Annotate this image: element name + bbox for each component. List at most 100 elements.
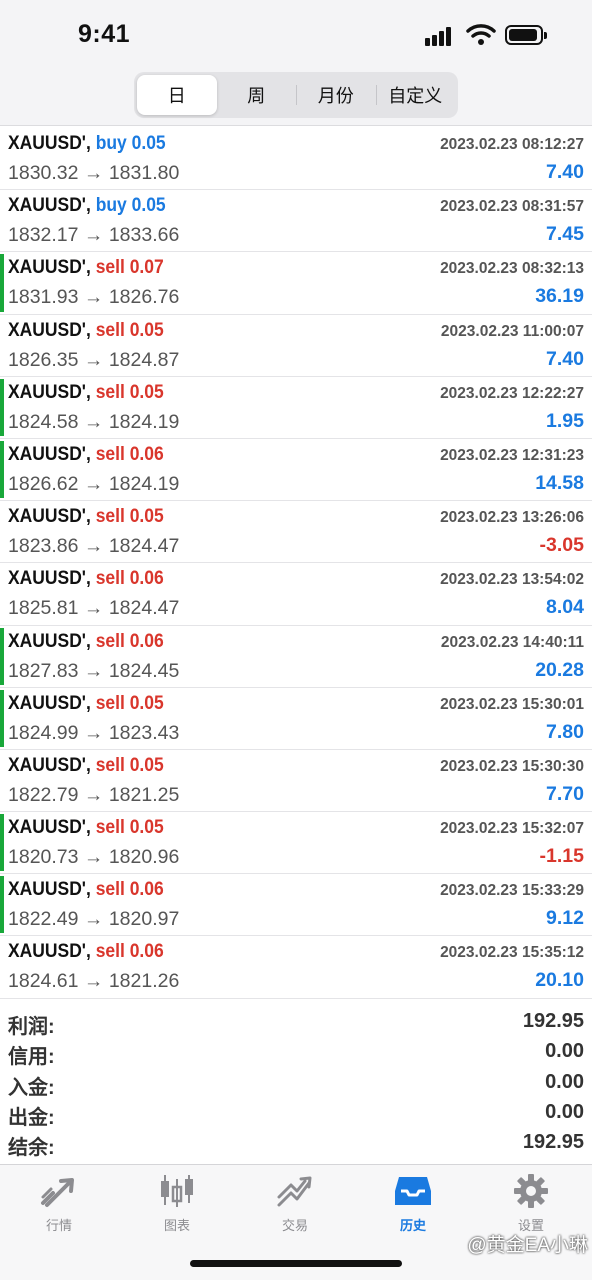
deal-prices: 1820.73 → 1820.96 (8, 846, 180, 869)
deal-time: 2023.02.23 08:32:13 (440, 260, 584, 278)
deal-symbol-line: XAUUSD', buy 0.05 (8, 195, 166, 217)
tab-quotes[interactable]: 行情 (0, 1173, 118, 1237)
deal-row[interactable]: XAUUSD', sell 0.07 2023.02.23 08:32:13 183… (0, 252, 592, 315)
tab-trade[interactable]: 交易 (236, 1173, 354, 1237)
summary-value: 0.00 (545, 1100, 584, 1123)
deal-symbol-line: XAUUSD', sell 0.06 (8, 941, 164, 963)
deal-row[interactable]: XAUUSD', sell 0.05 2023.02.23 15:30:01 182… (0, 688, 592, 750)
summary-label: 利润: (8, 1016, 55, 1038)
deal-symbol-line: XAUUSD', buy 0.05 (8, 133, 166, 155)
deal-symbol: XAUUSD', (8, 195, 91, 217)
deal-profit: 7.40 (546, 347, 584, 370)
deal-symbol: XAUUSD', (8, 319, 91, 341)
summary-row: 利润: 192.95 (0, 1008, 592, 1038)
segment-month[interactable]: 月份 (296, 75, 376, 115)
deal-symbol: XAUUSD', (8, 754, 91, 776)
deal-time: 2023.02.23 12:31:23 (440, 446, 584, 464)
deal-row[interactable]: XAUUSD', sell 0.05 2023.02.23 12:22:27 182… (0, 377, 592, 439)
segment-week[interactable]: 周 (217, 75, 297, 115)
tab-label: 交易 (281, 1218, 308, 1233)
summary-value: 0.00 (545, 1070, 584, 1093)
deal-time: 2023.02.23 15:32:07 (440, 820, 584, 838)
summary-row: 出金: 0.00 (0, 1099, 592, 1129)
deal-side: buy (95, 195, 127, 217)
deal-row[interactable]: XAUUSD', sell 0.06 2023.02.23 12:31:23 182… (0, 439, 592, 502)
deal-profit: 20.28 (535, 658, 584, 681)
tab-chart[interactable]: 图表 (118, 1173, 236, 1237)
home-indicator[interactable] (190, 1260, 402, 1267)
summary-label: 信用: (8, 1046, 55, 1069)
deal-row[interactable]: XAUUSD', sell 0.05 2023.02.23 15:30:30 182… (0, 750, 592, 813)
summary-label: 出金: (8, 1106, 55, 1129)
deal-side: sell (95, 506, 125, 528)
deal-prices: 1826.62 → 1824.19 (8, 472, 180, 495)
deal-profit: -3.05 (539, 534, 584, 557)
deal-symbol: XAUUSD', (8, 506, 91, 528)
deal-time: 2023.02.23 08:31:57 (440, 198, 584, 216)
deal-symbol: XAUUSD', (8, 817, 91, 839)
deal-symbol-line: XAUUSD', sell 0.05 (8, 506, 164, 528)
deal-lots: 0.05 (131, 195, 166, 217)
deal-prices: 1824.58 → 1824.19 (8, 410, 180, 433)
deal-prices: 1824.99 → 1823.43 (8, 721, 180, 744)
segment-custom[interactable]: 自定义 (375, 75, 456, 115)
deal-row[interactable]: XAUUSD', sell 0.05 2023.02.23 11:00:07 182… (0, 315, 592, 377)
deal-symbol-line: XAUUSD', sell 0.06 (8, 444, 164, 466)
deal-prices: 1832.17 → 1833.66 (8, 224, 180, 247)
tab-label: 图表 (163, 1218, 190, 1233)
period-segmented-control: 日 周 月份 自定义 (134, 72, 458, 118)
deal-row[interactable]: XAUUSD', sell 0.05 2023.02.23 15:32:07 182… (0, 812, 592, 875)
deal-symbol-line: XAUUSD', sell 0.05 (8, 693, 164, 715)
tab-history[interactable]: 历史 (354, 1173, 472, 1237)
deal-profit: 8.04 (546, 596, 584, 619)
summary-value: 0.00 (545, 1040, 584, 1063)
deal-row[interactable]: XAUUSD', buy 0.05 2023.02.23 08:12:27 1830… (0, 128, 592, 191)
summary-label: 结余: (8, 1137, 55, 1160)
summary-row: 入金: 0.00 (0, 1069, 592, 1099)
deal-profit: -1.15 (539, 845, 584, 868)
deal-lots: 0.05 (129, 381, 164, 403)
quotes-icon (41, 1178, 74, 1207)
deal-row[interactable]: XAUUSD', sell 0.06 2023.02.23 14:40:11 182… (0, 626, 592, 688)
summary-value: 192.95 (522, 1131, 584, 1154)
deal-lots: 0.05 (129, 319, 164, 341)
deal-profit: 7.45 (546, 223, 584, 246)
deal-side: sell (95, 381, 125, 403)
deal-prices: 1822.49 → 1820.97 (8, 908, 180, 931)
deal-time: 2023.02.23 14:40:11 (440, 633, 584, 651)
deal-side: sell (95, 879, 125, 901)
segment-day[interactable]: 日 (137, 75, 217, 115)
deal-symbol: XAUUSD', (8, 941, 91, 963)
deal-profit: 7.80 (546, 720, 584, 743)
summary-value: 192.95 (522, 1010, 584, 1032)
deal-profit: 9.12 (546, 907, 584, 930)
deal-lots: 0.06 (129, 941, 164, 963)
deal-time: 2023.02.23 15:30:01 (440, 695, 584, 713)
tab-settings[interactable]: 设置 (472, 1173, 590, 1237)
deal-symbol-line: XAUUSD', sell 0.05 (8, 382, 164, 404)
deal-symbol-line: XAUUSD', sell 0.05 (8, 320, 164, 342)
deal-profit: 20.10 (535, 969, 584, 992)
deal-row[interactable]: XAUUSD', sell 0.06 2023.02.23 15:33:29 182… (0, 874, 592, 937)
deal-side: sell (95, 319, 125, 341)
deal-profit: 1.95 (546, 409, 584, 432)
deal-prices: 1825.81 → 1824.47 (8, 597, 180, 620)
deal-prices: 1824.61 → 1821.26 (8, 970, 180, 993)
deal-row[interactable]: XAUUSD', buy 0.05 2023.02.23 08:31:57 1832… (0, 190, 592, 253)
deal-side: sell (95, 630, 125, 652)
deal-symbol: XAUUSD', (8, 692, 91, 714)
deal-row[interactable]: XAUUSD', sell 0.05 2023.02.23 13:26:06 182… (0, 501, 592, 564)
deal-lots: 0.05 (129, 692, 164, 714)
status-bar: 9:41 (0, 0, 592, 70)
deal-symbol-line: XAUUSD', sell 0.05 (8, 755, 164, 777)
deal-row[interactable]: XAUUSD', sell 0.06 2023.02.23 15:35:12 182… (0, 936, 592, 999)
top-header: 9:41 日 周 月份 自定义 (0, 0, 592, 126)
deal-prices: 1826.35 → 1824.87 (8, 348, 180, 371)
deal-symbol: XAUUSD', (8, 568, 91, 590)
deal-lots: 0.05 (129, 754, 164, 776)
deal-symbol: XAUUSD', (8, 133, 91, 154)
deal-row[interactable]: XAUUSD', sell 0.06 2023.02.23 13:54:02 182… (0, 563, 592, 626)
wifi-icon (466, 24, 496, 45)
deal-symbol: XAUUSD', (8, 630, 91, 652)
deal-lots: 0.06 (129, 630, 164, 652)
